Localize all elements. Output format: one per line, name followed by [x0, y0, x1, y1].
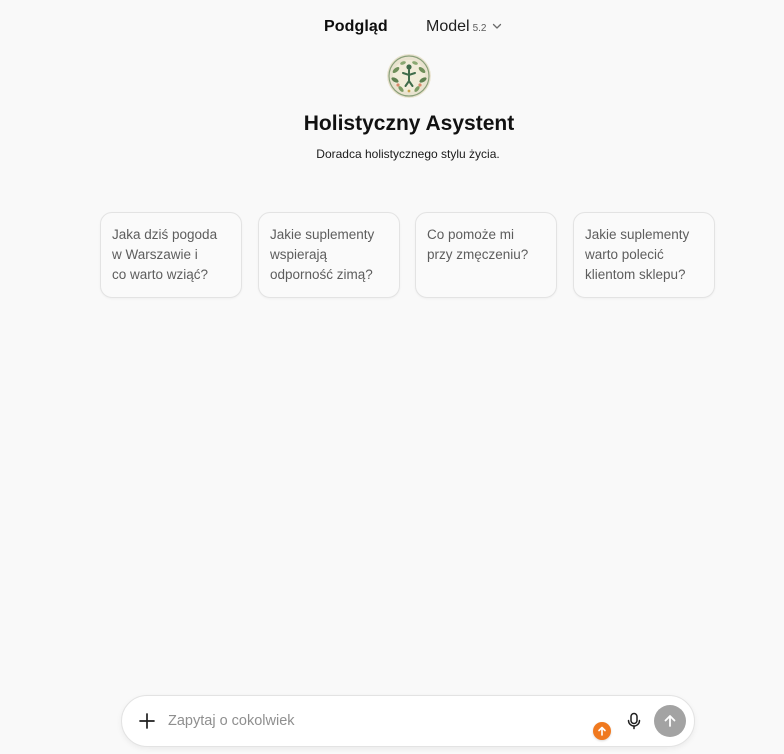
chevron-down-icon: [493, 23, 502, 29]
plus-icon[interactable]: [136, 710, 158, 732]
model-label: Model: [426, 18, 470, 35]
top-bar: Podgląd Model 5.2: [0, 16, 784, 42]
assistant-description: Doradca holistycznego stylu życia.: [316, 147, 500, 161]
gpt-preview-page: Podgląd Model 5.2 Holistyczny Asystent D…: [0, 0, 784, 754]
arrow-up-icon: [664, 715, 676, 727]
message-input[interactable]: [168, 709, 568, 733]
message-composer: [121, 695, 695, 747]
suggestion-card[interactable]: Jaka dziś pogoda w Warszawie i co warto …: [100, 212, 242, 298]
holistic-figure-emblem-icon: [387, 54, 431, 98]
scroll-to-bottom-badge[interactable]: [593, 722, 611, 740]
suggestion-card[interactable]: Co pomoże mi przy zmęczeniu?: [415, 212, 557, 298]
microphone-icon[interactable]: [624, 711, 644, 731]
suggestion-card[interactable]: Jakie suplementy warto polecić klientom …: [573, 212, 715, 298]
assistant-name: Holistyczny Asystent: [303, 112, 515, 135]
tab-preview[interactable]: Podgląd: [324, 18, 388, 36]
assistant-avatar: [387, 54, 431, 98]
send-button[interactable]: [654, 705, 686, 737]
arrow-up-icon: [598, 726, 606, 736]
suggestion-cards: Jaka dziś pogoda w Warszawie i co warto …: [100, 212, 720, 302]
suggestion-card[interactable]: Jakie suplementy wspierają odporność zim…: [258, 212, 400, 298]
model-version: 5.2: [472, 23, 487, 34]
model-selector[interactable]: Model 5.2: [426, 18, 503, 36]
